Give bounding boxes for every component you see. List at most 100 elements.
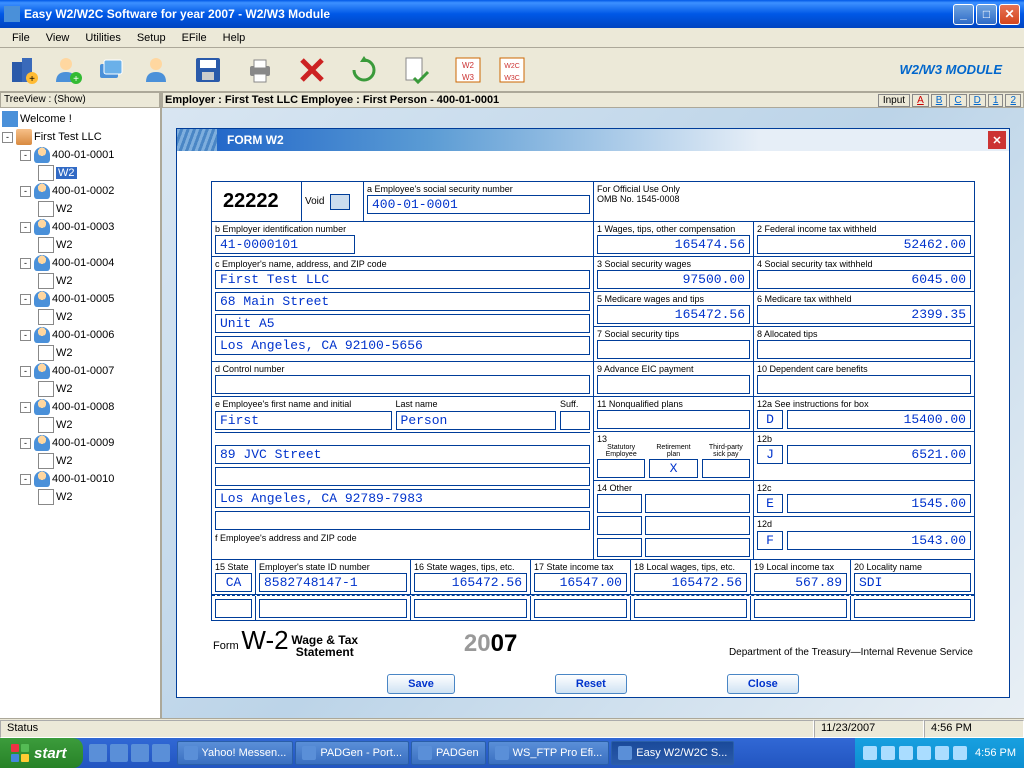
input-button[interactable]: Input (878, 94, 910, 107)
tree-employee[interactable]: -400-01-0004 (2, 254, 158, 272)
tree-w2-doc[interactable]: W2 (2, 200, 158, 218)
tool-w2cw3c-icon[interactable]: W2CW3C (492, 50, 532, 90)
menu-utilities[interactable]: Utilities (77, 30, 128, 46)
box12c-input[interactable]: 1545.00 (787, 494, 971, 513)
close-form-button[interactable]: Close (727, 674, 799, 694)
tray-icon[interactable] (953, 746, 967, 760)
first-name-input[interactable]: First (215, 411, 392, 430)
taskbar-task[interactable]: WS_FTP Pro Efi... (488, 741, 610, 765)
tree-w2-doc[interactable]: W2 (2, 164, 158, 182)
box14-code1[interactable] (597, 494, 642, 513)
ein-input[interactable]: 41-0000101 (215, 235, 355, 254)
box16-2-input[interactable] (414, 599, 527, 618)
tree-header[interactable]: TreeView : (Show) (0, 92, 160, 108)
ssn-input[interactable]: 400-01-0001 (367, 195, 590, 214)
state-input[interactable]: CA (215, 573, 252, 592)
copy-2-button[interactable]: 2 (1005, 94, 1021, 107)
state-id2-input[interactable] (259, 599, 407, 618)
box9-input[interactable] (597, 375, 750, 394)
tool-cards-icon[interactable] (92, 50, 132, 90)
tray-icon[interactable] (917, 746, 931, 760)
menu-view[interactable]: View (38, 30, 78, 46)
box12d-input[interactable]: 1543.00 (787, 531, 971, 550)
box20-2-input[interactable] (854, 599, 971, 618)
tree-w2-doc[interactable]: W2 (2, 380, 158, 398)
box13-ret[interactable]: X (649, 459, 697, 478)
employer-name-input[interactable]: First Test LLC (215, 270, 590, 289)
box17-2-input[interactable] (534, 599, 627, 618)
ee-addr1-input[interactable]: 89 JVC Street (215, 445, 590, 464)
box14-code3[interactable] (597, 538, 642, 557)
box4-input[interactable]: 6045.00 (757, 270, 971, 289)
tool-w2w3-icon[interactable]: W2W3 (448, 50, 488, 90)
tree-employee[interactable]: -400-01-0005 (2, 290, 158, 308)
tree-view[interactable]: Welcome ! -First Test LLC -400-01-0001W2… (0, 108, 160, 718)
employer-addr1-input[interactable]: 68 Main Street (215, 292, 590, 311)
tool-add-user-icon[interactable]: + (48, 50, 88, 90)
system-tray[interactable]: 4:56 PM (855, 738, 1024, 768)
tree-employee[interactable]: -400-01-0003 (2, 218, 158, 236)
tree-w2-doc[interactable]: W2 (2, 272, 158, 290)
box12c-code[interactable]: E (757, 494, 783, 513)
employer-city-input[interactable]: Los Angeles, CA 92100-5656 (215, 336, 590, 355)
box12d-code[interactable]: F (757, 531, 783, 550)
maximize-button[interactable]: □ (976, 4, 997, 25)
box13-sick[interactable] (702, 459, 750, 478)
tree-w2-doc[interactable]: W2 (2, 452, 158, 470)
box18-2-input[interactable] (634, 599, 747, 618)
employer-addr2-input[interactable]: Unit A5 (215, 314, 590, 333)
ee-extra-input[interactable] (215, 511, 590, 530)
box16-input[interactable]: 165472.56 (414, 573, 527, 592)
tree-w2-doc[interactable]: W2 (2, 344, 158, 362)
tree-w2-doc[interactable]: W2 (2, 236, 158, 254)
tool-print-icon[interactable] (240, 50, 280, 90)
tree-employee[interactable]: -400-01-0007 (2, 362, 158, 380)
ee-addr2-input[interactable] (215, 467, 590, 486)
copy-a-button[interactable]: A (912, 94, 929, 107)
tree-employee[interactable]: -400-01-0010 (2, 470, 158, 488)
tree-employee[interactable]: -400-01-0001 (2, 146, 158, 164)
box7-input[interactable] (597, 340, 750, 359)
tree-company[interactable]: -First Test LLC (2, 128, 158, 146)
menu-file[interactable]: File (4, 30, 38, 46)
tool-new-company-icon[interactable]: + (4, 50, 44, 90)
ql-ie-icon[interactable] (89, 744, 107, 762)
ql-mail-icon[interactable] (131, 744, 149, 762)
box17-input[interactable]: 16547.00 (534, 573, 627, 592)
copy-b-button[interactable]: B (931, 94, 948, 107)
tool-save-icon[interactable] (188, 50, 228, 90)
box8-input[interactable] (757, 340, 971, 359)
box1-input[interactable]: 165474.56 (597, 235, 750, 254)
menu-efile[interactable]: EFile (174, 30, 215, 46)
form-close-icon[interactable]: ✕ (988, 131, 1006, 149)
copy-d-button[interactable]: D (969, 94, 986, 107)
box12b-code[interactable]: J (757, 445, 783, 464)
ql-firefox-icon[interactable] (110, 744, 128, 762)
taskbar-task[interactable]: PADGen - Port... (295, 741, 409, 765)
tree-employee[interactable]: -400-01-0008 (2, 398, 158, 416)
box6-input[interactable]: 2399.35 (757, 305, 971, 324)
menu-help[interactable]: Help (215, 30, 254, 46)
box10-input[interactable] (757, 375, 971, 394)
tray-icon[interactable] (935, 746, 949, 760)
tray-icon[interactable] (881, 746, 895, 760)
tree-w2-doc[interactable]: W2 (2, 308, 158, 326)
box12a-input[interactable]: 15400.00 (787, 410, 971, 429)
tool-doc-check-icon[interactable] (396, 50, 436, 90)
box11-input[interactable] (597, 410, 750, 429)
tool-user-icon[interactable] (136, 50, 176, 90)
tree-employee[interactable]: -400-01-0002 (2, 182, 158, 200)
tree-employee[interactable]: -400-01-0009 (2, 434, 158, 452)
suffix-input[interactable] (560, 411, 590, 430)
ee-city-input[interactable]: Los Angeles, CA 92789-7983 (215, 489, 590, 508)
taskbar-task[interactable]: PADGen (411, 741, 486, 765)
box5-input[interactable]: 165472.56 (597, 305, 750, 324)
copy-1-button[interactable]: 1 (988, 94, 1004, 107)
save-button[interactable]: Save (387, 674, 455, 694)
close-button[interactable]: ✕ (999, 4, 1020, 25)
box19-input[interactable]: 567.89 (754, 573, 847, 592)
minimize-button[interactable]: _ (953, 4, 974, 25)
tray-icon[interactable] (899, 746, 913, 760)
void-checkbox[interactable] (330, 194, 350, 210)
state-id-input[interactable]: 8582748147-1 (259, 573, 407, 592)
